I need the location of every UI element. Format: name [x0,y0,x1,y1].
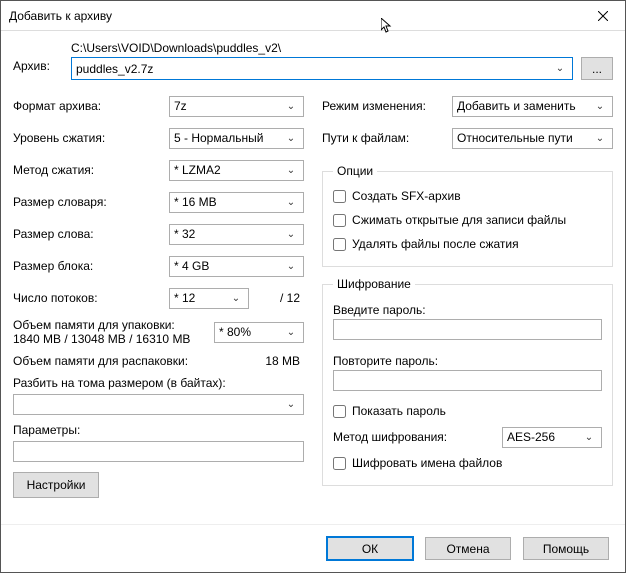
dict-value: * 16 MB [174,195,283,209]
encrypt-names-label: Шифровать имена файлов [352,456,502,470]
sfx-label: Создать SFX-архив [352,189,461,203]
mem-pack-value: 1840 MB / 13048 MB / 16310 MB [13,332,214,346]
chevron-down-icon: ⌄ [283,197,299,208]
footer: ОК Отмена Помощь [1,524,625,572]
delete-label: Удалять файлы после сжатия [352,237,519,251]
archive-name-input[interactable] [76,62,552,76]
window-title: Добавить к архиву [9,9,580,23]
chevron-down-icon: ⌄ [228,293,244,304]
mem-pack-label: Объем памяти для упаковки: [13,318,214,332]
block-label: Размер блока: [13,259,169,273]
chevron-down-icon: ⌄ [592,101,608,112]
word-combo[interactable]: * 32 ⌄ [169,224,304,245]
password2-label: Повторите пароль: [333,354,602,368]
paths-combo[interactable]: Относительные пути ⌄ [452,128,613,149]
enc-method-value: AES-256 [507,430,581,444]
paths-value: Относительные пути [457,131,592,145]
dialog-window: Добавить к архиву Архив: C:\Users\VOID\D… [0,0,626,573]
method-combo[interactable]: * LZMA2 ⌄ [169,160,304,181]
encrypt-names-checkbox[interactable] [333,457,346,470]
delete-checkbox[interactable] [333,238,346,251]
encryption-legend: Шифрование [333,277,415,291]
format-combo[interactable]: 7z ⌄ [169,96,304,117]
level-combo[interactable]: 5 - Нормальный ⌄ [169,128,304,149]
paths-label: Пути к файлам: [322,131,452,145]
chevron-down-icon: ⌄ [581,432,597,443]
encryption-fieldset: Шифрование Введите пароль: Повторите пар… [322,277,613,486]
sfx-checkbox[interactable] [333,190,346,203]
chevron-down-icon: ⌄ [283,327,299,338]
block-value: * 4 GB [174,259,283,273]
mem-pct-value: * 80% [219,325,283,339]
help-button[interactable]: Помощь [523,537,609,560]
password2-input[interactable] [333,370,602,391]
mem-unpack-label: Объем памяти для распаковки: [13,354,244,368]
archive-label: Архив: [13,41,71,73]
options-fieldset: Опции Создать SFX-архив Сжимать открытые… [322,164,613,267]
level-label: Уровень сжатия: [13,131,169,145]
params-input[interactable] [13,441,304,462]
update-label: Режим изменения: [322,99,452,113]
update-value: Добавить и заменить [457,99,592,113]
dict-combo[interactable]: * 16 MB ⌄ [169,192,304,213]
block-combo[interactable]: * 4 GB ⌄ [169,256,304,277]
split-label: Разбить на тома размером (в байтах): [13,376,304,390]
chevron-down-icon: ⌄ [283,165,299,176]
params-label: Параметры: [13,423,304,437]
split-combo[interactable]: ⌄ [13,394,304,415]
method-label: Метод сжатия: [13,163,169,177]
archive-row: Архив: C:\Users\VOID\Downloads\puddles_v… [13,41,613,80]
threads-value: * 12 [174,291,228,305]
password-label: Введите пароль: [333,303,602,317]
browse-button[interactable]: ... [581,57,613,80]
enc-method-combo[interactable]: AES-256 ⌄ [502,427,602,448]
archive-name-combo[interactable]: ⌄ [71,57,573,80]
method-value: * LZMA2 [174,163,283,177]
close-button[interactable] [580,1,625,31]
chevron-down-icon: ⌄ [283,399,299,410]
chevron-down-icon: ⌄ [283,101,299,112]
content-area: Архив: C:\Users\VOID\Downloads\puddles_v… [1,31,625,524]
archive-input-row: ⌄ ... [71,57,613,80]
options-legend: Опции [333,164,377,178]
shared-label: Сжимать открытые для записи файлы [352,213,566,227]
archive-path: C:\Users\VOID\Downloads\puddles_v2\ [71,41,613,55]
ok-button[interactable]: ОК [327,537,413,560]
cancel-button[interactable]: Отмена [425,537,511,560]
threads-label: Число потоков: [13,291,169,305]
mem-pct-combo[interactable]: * 80% ⌄ [214,322,304,343]
mem-unpack-value: 18 MB [244,354,304,368]
archive-main: C:\Users\VOID\Downloads\puddles_v2\ ⌄ ..… [71,41,613,80]
columns: Формат архива: 7z ⌄ Уровень сжатия: 5 - … [13,90,613,514]
chevron-down-icon: ⌄ [592,133,608,144]
left-column: Формат архива: 7z ⌄ Уровень сжатия: 5 - … [13,90,304,514]
threads-max: / 12 [255,291,304,305]
password-input[interactable] [333,319,602,340]
level-value: 5 - Нормальный [174,131,283,145]
word-label: Размер слова: [13,227,169,241]
chevron-down-icon: ⌄ [283,261,299,272]
word-value: * 32 [174,227,283,241]
show-password-label: Показать пароль [352,404,446,418]
show-password-checkbox[interactable] [333,405,346,418]
close-icon [598,11,608,21]
settings-button[interactable]: Настройки [13,472,99,498]
chevron-down-icon: ⌄ [283,229,299,240]
right-column: Режим изменения: Добавить и заменить ⌄ П… [322,90,613,514]
titlebar: Добавить к архиву [1,1,625,31]
chevron-down-icon: ⌄ [283,133,299,144]
format-value: 7z [174,99,283,113]
threads-combo[interactable]: * 12 ⌄ [169,288,249,309]
chevron-down-icon: ⌄ [552,63,568,74]
update-combo[interactable]: Добавить и заменить ⌄ [452,96,613,117]
format-label: Формат архива: [13,99,169,113]
dict-label: Размер словаря: [13,195,169,209]
shared-checkbox[interactable] [333,214,346,227]
enc-method-label: Метод шифрования: [333,430,502,444]
